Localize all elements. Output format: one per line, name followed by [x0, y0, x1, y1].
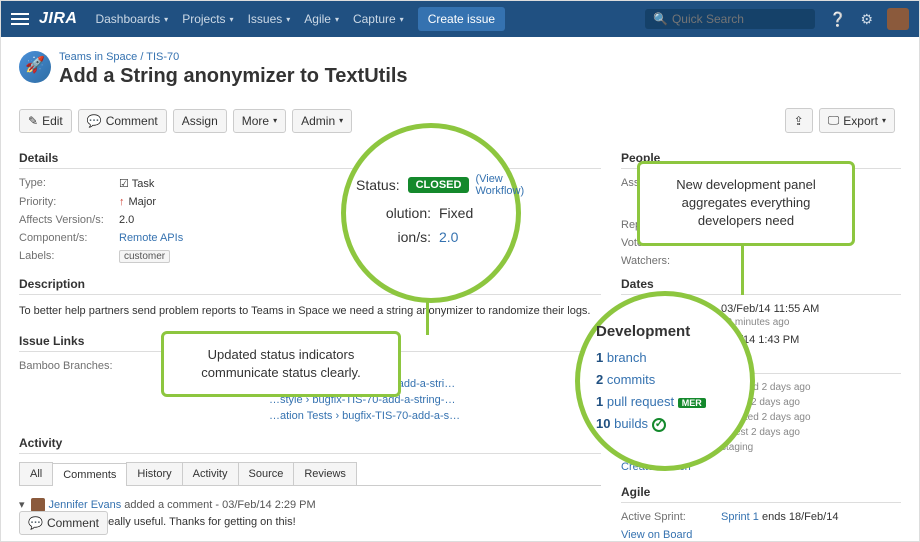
chevron-down-icon: ▾: [882, 116, 886, 125]
topbar: JIRA Dashboards▾ Projects▾ Issues▾ Agile…: [1, 1, 919, 37]
check-icon: [652, 418, 666, 432]
resolution-value: Fixed: [439, 205, 473, 221]
bamboo-label: Bamboo Branches:: [19, 360, 119, 372]
labels-label: Labels:: [19, 250, 119, 263]
agile-heading: Agile: [621, 485, 901, 503]
more-button[interactable]: More▾: [233, 109, 286, 133]
priority-label: Priority:: [19, 196, 119, 208]
chevron-down-icon: ▾: [230, 15, 234, 24]
components-label: Component/s:: [19, 232, 119, 244]
callout-dev-circle: Development 1 branch 2 commits 1 pull re…: [575, 291, 755, 471]
type-label: Type:: [19, 177, 119, 190]
bamboo-link-3[interactable]: …ation Tests › bugfix-TIS-70-add-a-s…: [269, 410, 601, 422]
search-input[interactable]: [672, 12, 807, 26]
search-icon: 🔍: [653, 12, 668, 26]
quick-search[interactable]: 🔍: [645, 9, 815, 29]
chevron-down-icon: ▾: [335, 15, 339, 24]
export-button[interactable]: 🖵 Export▾: [819, 108, 895, 133]
affects-value: 2.0: [119, 214, 134, 226]
chevron-down-icon: ▾: [286, 15, 290, 24]
status-label: Status:: [356, 177, 400, 193]
comment-meta: added a comment - 03/Feb/14 2:29 PM: [124, 499, 315, 511]
comment-author[interactable]: Jennifer Evans: [49, 499, 122, 511]
created-value: 03/Feb/14 11:55 AM: [721, 303, 819, 315]
sprint-link[interactable]: Sprint 1: [721, 511, 759, 523]
dev-side-staging: staging: [721, 442, 901, 453]
created-rel: 30 minutes ago: [721, 317, 901, 328]
nav-dashboards[interactable]: Dashboards▾: [95, 12, 168, 26]
gear-icon[interactable]: ⚙: [860, 11, 873, 28]
dev-branch-row[interactable]: 1 branch: [596, 350, 740, 365]
comment-button-bottom[interactable]: 💬 Comment: [19, 511, 108, 535]
share-button[interactable]: ⇪: [785, 108, 813, 133]
create-issue-button[interactable]: Create issue: [418, 7, 505, 31]
activity-tabs: All Comments History Activity Source Rev…: [19, 462, 601, 486]
chevron-down-icon: ▾: [339, 116, 343, 125]
logo: JIRA: [39, 10, 77, 28]
components-value[interactable]: Remote APIs: [119, 232, 183, 244]
comment-body: This will be really useful. Thanks for g…: [47, 516, 601, 528]
priority-value: ↑Major: [119, 196, 156, 208]
edit-button[interactable]: ✎ Edit: [19, 109, 72, 133]
nav-projects[interactable]: Projects▾: [182, 12, 233, 26]
status-badge: CLOSED: [408, 177, 470, 193]
details-heading: Details: [19, 151, 601, 169]
logo-text: JIRA: [39, 10, 77, 27]
dev-commits-row[interactable]: 2 commits: [596, 372, 740, 387]
tab-all[interactable]: All: [19, 462, 53, 485]
menu-icon[interactable]: [11, 10, 29, 28]
comment-avatar: [31, 498, 45, 512]
nav-agile[interactable]: Agile▾: [304, 12, 339, 26]
label-tag[interactable]: customer: [119, 250, 170, 263]
callout-status-circle: Status: CLOSED (View Workflow) olution: Fix…: [341, 123, 521, 303]
nav-issues[interactable]: Issues▾: [248, 12, 291, 26]
dev-pr-row[interactable]: 1 pull request MER: [596, 394, 740, 409]
breadcrumb-project[interactable]: Teams in Space: [59, 51, 137, 63]
affects-label: Affects Version/s:: [19, 214, 119, 226]
user-avatar[interactable]: [887, 8, 909, 30]
fixversion-value[interactable]: 2.0: [439, 229, 458, 245]
active-sprint-label: Active Sprint:: [621, 511, 721, 523]
dev-panel-heading: Development: [596, 323, 740, 340]
collapse-icon[interactable]: ▾: [19, 498, 25, 511]
help-icon[interactable]: ❔: [829, 11, 846, 28]
watchers-label: Watchers:: [621, 255, 721, 267]
chevron-down-icon: ▾: [273, 116, 277, 125]
resolution-label: olution:: [356, 205, 431, 221]
comment-button[interactable]: 💬 Comment: [78, 109, 167, 133]
priority-icon: ↑: [119, 196, 125, 208]
tab-comments[interactable]: Comments: [52, 463, 127, 486]
activity-heading: Activity: [19, 436, 601, 454]
breadcrumb: Teams in Space / TIS-70: [59, 51, 408, 63]
view-on-board-link[interactable]: View on Board: [621, 529, 901, 541]
description-heading: Description: [19, 277, 601, 295]
fixversion-label: ion/s:: [356, 229, 431, 245]
assign-button[interactable]: Assign: [173, 109, 227, 133]
dev-builds-row[interactable]: 10 builds: [596, 416, 740, 432]
callout-status-text: Updated status indicators communicate st…: [161, 331, 401, 397]
tab-history[interactable]: History: [126, 462, 182, 485]
chevron-down-icon: ▾: [400, 15, 404, 24]
sprint-end: ends 18/Feb/14: [762, 511, 838, 523]
tab-source[interactable]: Source: [238, 462, 295, 485]
chevron-down-icon: ▾: [164, 15, 168, 24]
merged-badge: MER: [678, 398, 706, 408]
dev-side-l2: Latest 2 days ago: [721, 427, 901, 438]
breadcrumb-key[interactable]: TIS-70: [146, 51, 179, 63]
type-value: ☑ Task: [119, 177, 154, 190]
project-icon: [19, 51, 51, 83]
description-text: To better help partners send problem rep…: [19, 303, 601, 320]
view-workflow-link[interactable]: (View Workflow): [475, 173, 524, 197]
admin-button[interactable]: Admin▾: [292, 109, 352, 133]
tab-activity[interactable]: Activity: [182, 462, 239, 485]
nav-capture[interactable]: Capture▾: [353, 12, 404, 26]
issue-title: Add a String anonymizer to TextUtils: [59, 65, 408, 88]
callout-dev-text: New development panel aggregates everyth…: [637, 161, 855, 246]
tab-reviews[interactable]: Reviews: [293, 462, 357, 485]
labels-value: customer: [119, 250, 170, 263]
